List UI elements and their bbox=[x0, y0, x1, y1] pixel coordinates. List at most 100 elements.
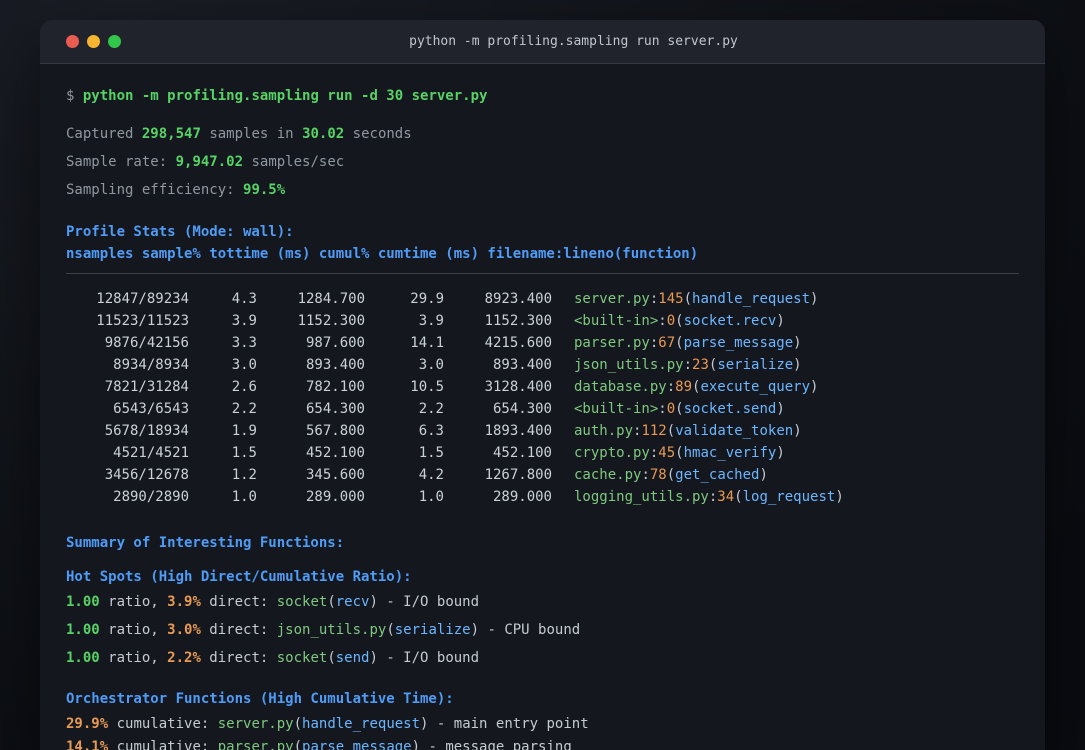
stats-row: 8934/8934 3.0 893.400 3.0 893.400 json_utils.… bbox=[66, 354, 1019, 376]
location-cell: <built-in>:0(socket.recv) bbox=[574, 310, 785, 332]
captured-samples-value: 298,547 bbox=[141, 126, 201, 142]
cumtime-cell: 1893.400 bbox=[484, 423, 552, 439]
cumul-pct-cell: 2.2 bbox=[418, 401, 444, 417]
punctuation: ) bbox=[776, 445, 785, 461]
ratio-value: 1.00 bbox=[66, 650, 100, 666]
cumtime-cell: 1152.300 bbox=[484, 313, 552, 329]
cumulative-label: cumulative: bbox=[108, 739, 218, 750]
captured-label-mid: samples in bbox=[209, 126, 294, 142]
function-name-text: parse_message bbox=[302, 739, 412, 750]
location-cell: json_utils.py:23(serialize) bbox=[574, 354, 802, 376]
lineno-text: 145 bbox=[658, 291, 684, 307]
captured-label: Captured bbox=[66, 126, 134, 142]
nsamples-cell: 5678/18934 bbox=[104, 423, 189, 439]
cumul-pct-cell: 29.9 bbox=[410, 291, 444, 307]
close-button[interactable] bbox=[66, 35, 79, 48]
filename-text: logging_utils.py bbox=[574, 489, 709, 505]
zoom-button[interactable] bbox=[108, 35, 121, 48]
nsamples-cell: 6543/6543 bbox=[113, 401, 189, 417]
cumtime-cell: 3128.400 bbox=[484, 379, 552, 395]
cumul-pct-cell: 3.0 bbox=[418, 357, 444, 373]
direct-label: direct: bbox=[200, 594, 277, 610]
stats-row: 3456/12678 1.2 345.600 4.2 1267.800 cache.py:… bbox=[66, 464, 1019, 486]
cumul-pct-cell: 1.5 bbox=[418, 445, 444, 461]
function-name-text: serialize bbox=[717, 357, 794, 373]
punctuation: ) bbox=[793, 423, 802, 439]
terminal-body[interactable]: $ python -m profiling.sampling run -d 30… bbox=[40, 86, 1045, 750]
lineno-text: 112 bbox=[641, 423, 667, 439]
cumul-pct-cell: 6.3 bbox=[418, 423, 444, 439]
command-line: $ python -m profiling.sampling run -d 30… bbox=[66, 86, 1019, 106]
sample-pct-cell: 1.9 bbox=[231, 423, 257, 439]
stats-column-header: nsamples sample% tottime (ms) cumul% cum… bbox=[66, 246, 699, 262]
punctuation: ( bbox=[734, 489, 743, 505]
titlebar: python -m profiling.sampling run server.… bbox=[40, 20, 1045, 64]
table-divider bbox=[66, 273, 1019, 274]
sample-rate-label: Sample rate: bbox=[66, 154, 168, 170]
punctuation: ( bbox=[666, 467, 676, 483]
punctuation: ( bbox=[683, 291, 693, 307]
efficiency-label: Sampling efficiency: bbox=[66, 182, 235, 198]
sample-rate-value: 9,947.02 bbox=[175, 154, 244, 170]
minimize-button[interactable] bbox=[87, 35, 100, 48]
nsamples-cell: 4521/4521 bbox=[113, 445, 189, 461]
location-cell: auth.py:112(validate_token) bbox=[574, 420, 802, 442]
stats-row: 2890/2890 1.0 289.000 1.0 289.000 logging_uti… bbox=[66, 486, 1019, 508]
nsamples-cell: 3456/12678 bbox=[104, 467, 189, 483]
cumulative-pct-value: 14.1% bbox=[66, 739, 109, 750]
function-name-text: socket.send bbox=[683, 401, 777, 417]
tottime-cell: 289.000 bbox=[305, 489, 365, 505]
ratio-value: 1.00 bbox=[66, 594, 100, 610]
punctuation: ( bbox=[293, 739, 303, 750]
punctuation: ) bbox=[793, 335, 802, 351]
stats-row: 11523/11523 3.9 1152.300 3.9 1152.300 <built-… bbox=[66, 310, 1019, 332]
tottime-cell: 782.100 bbox=[305, 379, 365, 395]
filename-text: parser.py bbox=[574, 335, 650, 351]
lineno-text: 67 bbox=[658, 335, 676, 351]
cumtime-cell: 452.100 bbox=[492, 445, 552, 461]
stats-row: 4521/4521 1.5 452.100 1.5 452.100 crypto.py:4… bbox=[66, 442, 1019, 464]
punctuation: : bbox=[658, 401, 667, 417]
function-name-text: hmac_verify bbox=[683, 445, 777, 461]
punctuation: : bbox=[666, 379, 676, 395]
punctuation: ( bbox=[675, 313, 684, 329]
function-name-text: send bbox=[335, 650, 370, 666]
lineno-text: 45 bbox=[658, 445, 676, 461]
filename-text: <built-in> bbox=[574, 401, 659, 417]
location-cell: database.py:89(execute_query) bbox=[574, 376, 818, 398]
location-cell: logging_utils.py:34(log_request) bbox=[574, 486, 844, 508]
hotspots-title: Hot Spots (High Direct/Cumulative Ratio)… bbox=[66, 569, 412, 585]
location-cell: cache.py:78(get_cached) bbox=[574, 464, 768, 486]
lineno-text: 34 bbox=[717, 489, 735, 505]
punctuation: ( bbox=[675, 335, 684, 351]
function-name-text: get_cached bbox=[675, 467, 760, 483]
hotspot-note: ) - I/O bound bbox=[369, 594, 480, 610]
function-name-text: log_request bbox=[742, 489, 836, 505]
cumtime-cell: 4215.600 bbox=[484, 335, 552, 351]
punctuation: : bbox=[683, 357, 693, 373]
sample-pct-cell: 1.5 bbox=[231, 445, 257, 461]
punctuation: ) bbox=[810, 291, 819, 307]
nsamples-cell: 2890/2890 bbox=[113, 489, 189, 505]
tottime-cell: 567.800 bbox=[305, 423, 365, 439]
hotspot-line: 1.00 ratio, 3.0% direct: json_utils.py(s… bbox=[66, 620, 1019, 640]
direct-label: direct: bbox=[200, 622, 277, 638]
ratio-label: ratio, bbox=[99, 650, 168, 666]
stats-row: 5678/18934 1.9 567.800 6.3 1893.400 auth.py:1… bbox=[66, 420, 1019, 442]
punctuation: : bbox=[641, 467, 650, 483]
command-text: python -m profiling.sampling run -d 30 s… bbox=[82, 88, 488, 104]
nsamples-cell: 12847/89234 bbox=[96, 291, 189, 307]
nsamples-cell: 9876/42156 bbox=[104, 335, 189, 351]
direct-label: direct: bbox=[200, 650, 277, 666]
stats-row: 7821/31284 2.6 782.100 10.5 3128.400 database… bbox=[66, 376, 1019, 398]
filename-text: crypto.py bbox=[574, 445, 650, 461]
target-name: socket bbox=[276, 594, 328, 610]
orchestrator-note: ) - message parsing bbox=[411, 739, 572, 750]
location-cell: <built-in>:0(socket.send) bbox=[574, 398, 785, 420]
lineno-text: 0 bbox=[666, 401, 676, 417]
captured-label-end: seconds bbox=[352, 126, 412, 142]
tottime-cell: 452.100 bbox=[305, 445, 365, 461]
orchestrator-note: ) - main entry point bbox=[420, 716, 589, 732]
punctuation: ) bbox=[810, 379, 819, 395]
stats-row: 9876/42156 3.3 987.600 14.1 4215.600 parser.p… bbox=[66, 332, 1019, 354]
